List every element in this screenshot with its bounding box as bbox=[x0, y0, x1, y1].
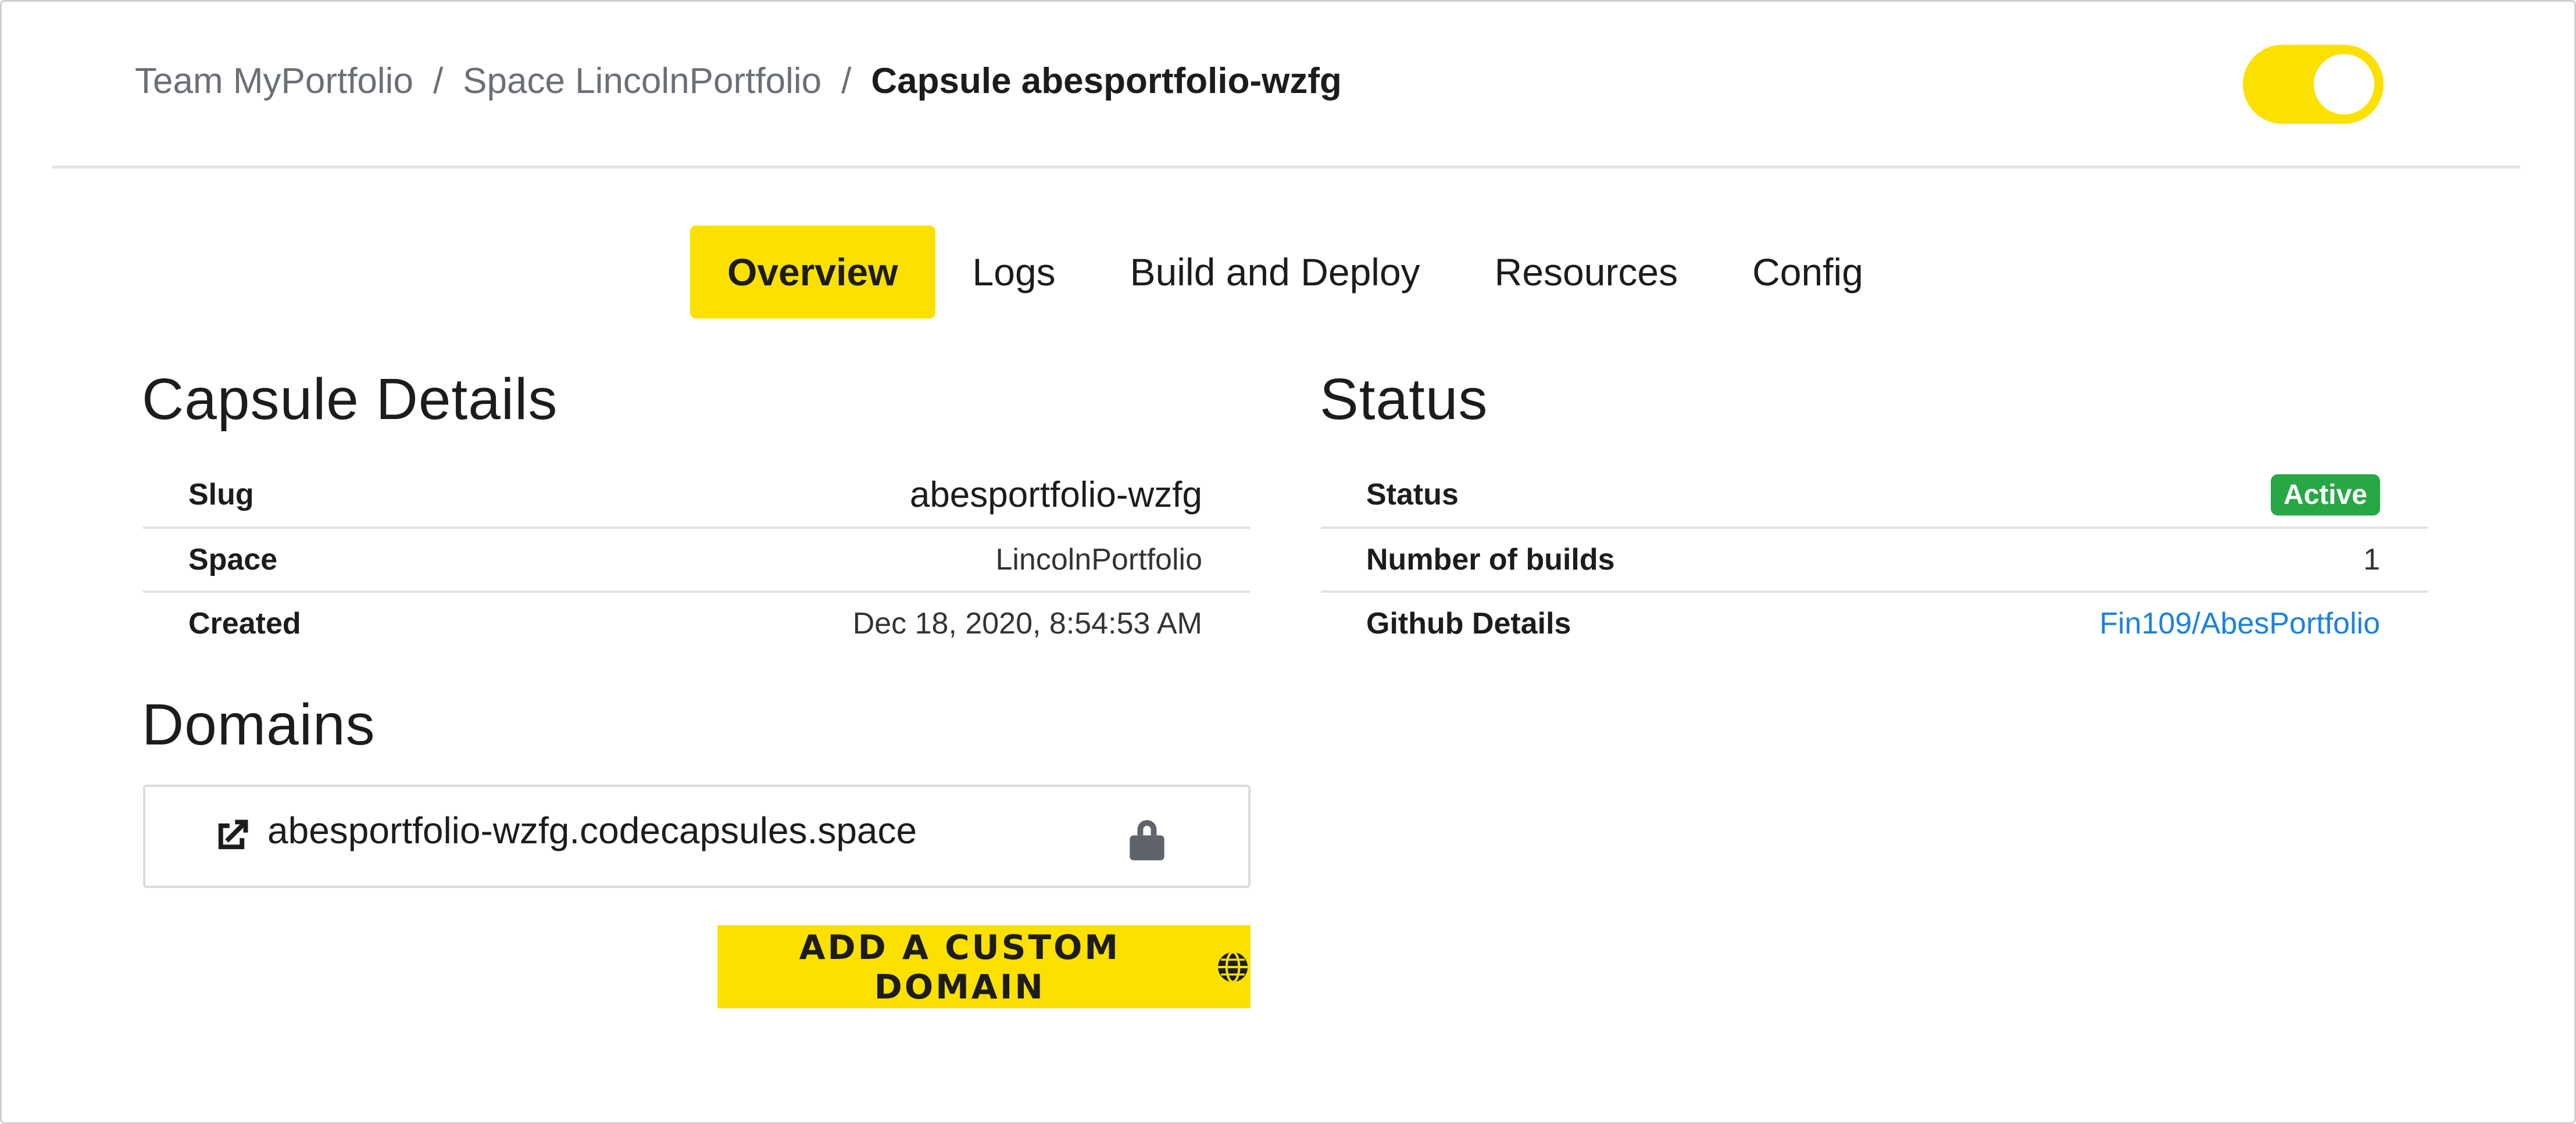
builds-label: Number of builds bbox=[1366, 543, 1615, 577]
theme-toggle[interactable] bbox=[2243, 45, 2384, 124]
globe-icon bbox=[1217, 950, 1248, 983]
breadcrumb-capsule: Capsule abesportfolio-wzfg bbox=[871, 61, 1342, 101]
status-heading: Status bbox=[1320, 367, 1488, 432]
slug-value: abesportfolio-wzfg bbox=[909, 474, 1202, 515]
breadcrumb-separator: / bbox=[433, 61, 444, 101]
domains-heading: Domains bbox=[142, 692, 376, 757]
breadcrumb-separator: / bbox=[841, 61, 852, 101]
slug-label: Slug bbox=[188, 478, 254, 511]
status-row-status: Status Active bbox=[1321, 463, 2428, 527]
domain-name[interactable]: abesportfolio-wzfg.codecapsules.space bbox=[267, 809, 917, 852]
capsule-tabs: Overview Logs Build and Deploy Resources… bbox=[690, 225, 1900, 318]
detail-row-space: Space LincolnPortfolio bbox=[143, 527, 1250, 590]
breadcrumb: Team MyPortfolio / Space LincolnPortfolio /… bbox=[135, 56, 1342, 107]
add-custom-domain-label: ADD A CUSTOM DOMAIN bbox=[799, 927, 1121, 1007]
builds-value: 1 bbox=[2363, 543, 2380, 577]
status-row-builds: Number of builds 1 bbox=[1321, 527, 2428, 590]
status-table: Status Active Number of builds 1 Github … bbox=[1321, 463, 2428, 654]
created-label: Created bbox=[188, 607, 301, 640]
external-link-icon[interactable] bbox=[209, 814, 253, 858]
detail-row-slug: Slug abesportfolio-wzfg bbox=[143, 463, 1250, 527]
tab-logs[interactable]: Logs bbox=[935, 225, 1093, 318]
tab-overview[interactable]: Overview bbox=[690, 225, 935, 318]
top-header: Team MyPortfolio / Space LincolnPortfolio /… bbox=[52, 0, 2520, 169]
add-custom-domain-button[interactable]: ADD A CUSTOM DOMAIN bbox=[717, 925, 1251, 1008]
github-link[interactable]: Fin109/AbesPortfolio bbox=[2099, 606, 2380, 641]
tab-config[interactable]: Config bbox=[1715, 225, 1900, 318]
capsule-details-table: Slug abesportfolio-wzfg Space LincolnPor… bbox=[143, 463, 1250, 654]
lock-icon bbox=[1130, 820, 1164, 861]
toggle-knob bbox=[2314, 54, 2374, 114]
domain-list-item: abesportfolio-wzfg.codecapsules.space bbox=[143, 785, 1251, 888]
status-label: Status bbox=[1366, 478, 1459, 511]
breadcrumb-space[interactable]: Space LincolnPortfolio bbox=[463, 61, 821, 101]
space-label: Space bbox=[188, 543, 278, 577]
space-value: LincolnPortfolio bbox=[995, 543, 1202, 577]
created-value: Dec 18, 2020, 8:54:53 AM bbox=[852, 607, 1202, 640]
capsule-details-heading: Capsule Details bbox=[142, 367, 558, 432]
breadcrumb-team[interactable]: Team MyPortfolio bbox=[135, 61, 413, 101]
github-label: Github Details bbox=[1366, 607, 1571, 640]
status-row-github: Github Details Fin109/AbesPortfolio bbox=[1321, 590, 2428, 654]
status-badge: Active bbox=[2270, 474, 2380, 516]
tab-resources[interactable]: Resources bbox=[1457, 225, 1715, 318]
detail-row-created: Created Dec 18, 2020, 8:54:53 AM bbox=[143, 590, 1250, 654]
tab-build-and-deploy[interactable]: Build and Deploy bbox=[1093, 225, 1457, 318]
